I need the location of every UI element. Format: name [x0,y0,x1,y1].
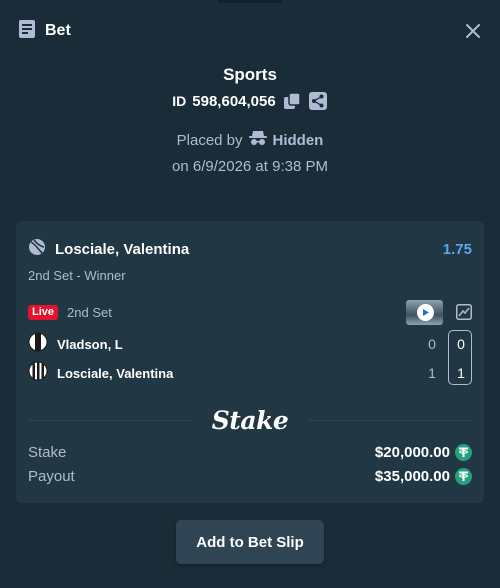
live-stream-thumbnail[interactable] [406,299,443,325]
play-icon [417,303,434,321]
team-name: Vladson, L [57,336,123,352]
payout-label: Payout [28,467,75,485]
tether-icon [455,443,472,461]
payout-amount: $35,000.00 [374,467,450,485]
share-icon [308,92,327,110]
sets-score: 1 [457,365,465,381]
chart-icon [455,304,472,320]
placed-by-label: Placed by [176,131,243,149]
top-notch [218,0,282,3]
close-button[interactable] [463,21,483,41]
placed-date: on 6/9/2026 at 9:38 PM [172,158,328,175]
add-to-bet-slip-button[interactable]: Add to Bet Slip [176,520,324,564]
stake-label: Stake [28,443,67,461]
team-row: Losciale, Valentina 1 1 [28,361,472,386]
stake-amount: $20,000.00 [374,443,450,461]
bet-id-value: 598,604,056 [192,92,276,110]
divider-line [28,419,192,421]
modal-header: Bet [17,18,483,44]
copy-icon [283,92,301,109]
receipt-icon [17,19,37,44]
team-name: Losciale, Valentina [57,365,174,381]
odds-value: 1.75 [442,240,472,258]
title-wrap: Bet [17,19,71,44]
tether-icon [455,467,472,485]
selection-name: Losciale, Valentina [55,240,190,258]
stats-button[interactable] [455,304,472,321]
bet-category: Sports [223,65,277,84]
selection-row: Losciale, Valentina 1.75 [28,238,472,261]
placed-by-row: Placed by Hidden [0,130,500,150]
modal-title: Bet [45,22,71,39]
bet-summary: Sports ID 598,604,056 Placed by Hidden o… [0,64,500,178]
divider-line [308,419,472,421]
live-badge: Live [28,304,59,320]
incognito-icon [248,130,267,150]
games-score: 1 [428,365,436,381]
brand-divider: Stake [28,405,472,435]
games-score: 0 [428,336,436,352]
bet-card: Losciale, Valentina 1.75 2nd Set - Winne… [16,221,484,503]
jersey-icon [28,361,48,386]
tennis-ball-icon [28,238,46,261]
bet-id-row: ID 598,604,056 [0,90,500,112]
copy-button[interactable] [282,91,302,111]
payout-row: Payout $35,000.00 [28,466,472,486]
sets-score: 0 [457,336,465,352]
bet-id-prefix: ID [172,93,187,109]
close-icon [466,24,480,38]
current-period: 2nd Set [67,304,112,320]
stake-row: Stake $20,000.00 [28,442,472,462]
jersey-icon [28,332,48,357]
share-button[interactable] [308,91,328,111]
placer-name: Hidden [272,131,324,149]
match-status-row: Live 2nd Set [28,299,472,325]
market-name: 2nd Set - Winner [28,268,126,283]
team-row: Vladson, L 0 0 [28,332,472,357]
stake-logo: Stake [211,405,289,435]
